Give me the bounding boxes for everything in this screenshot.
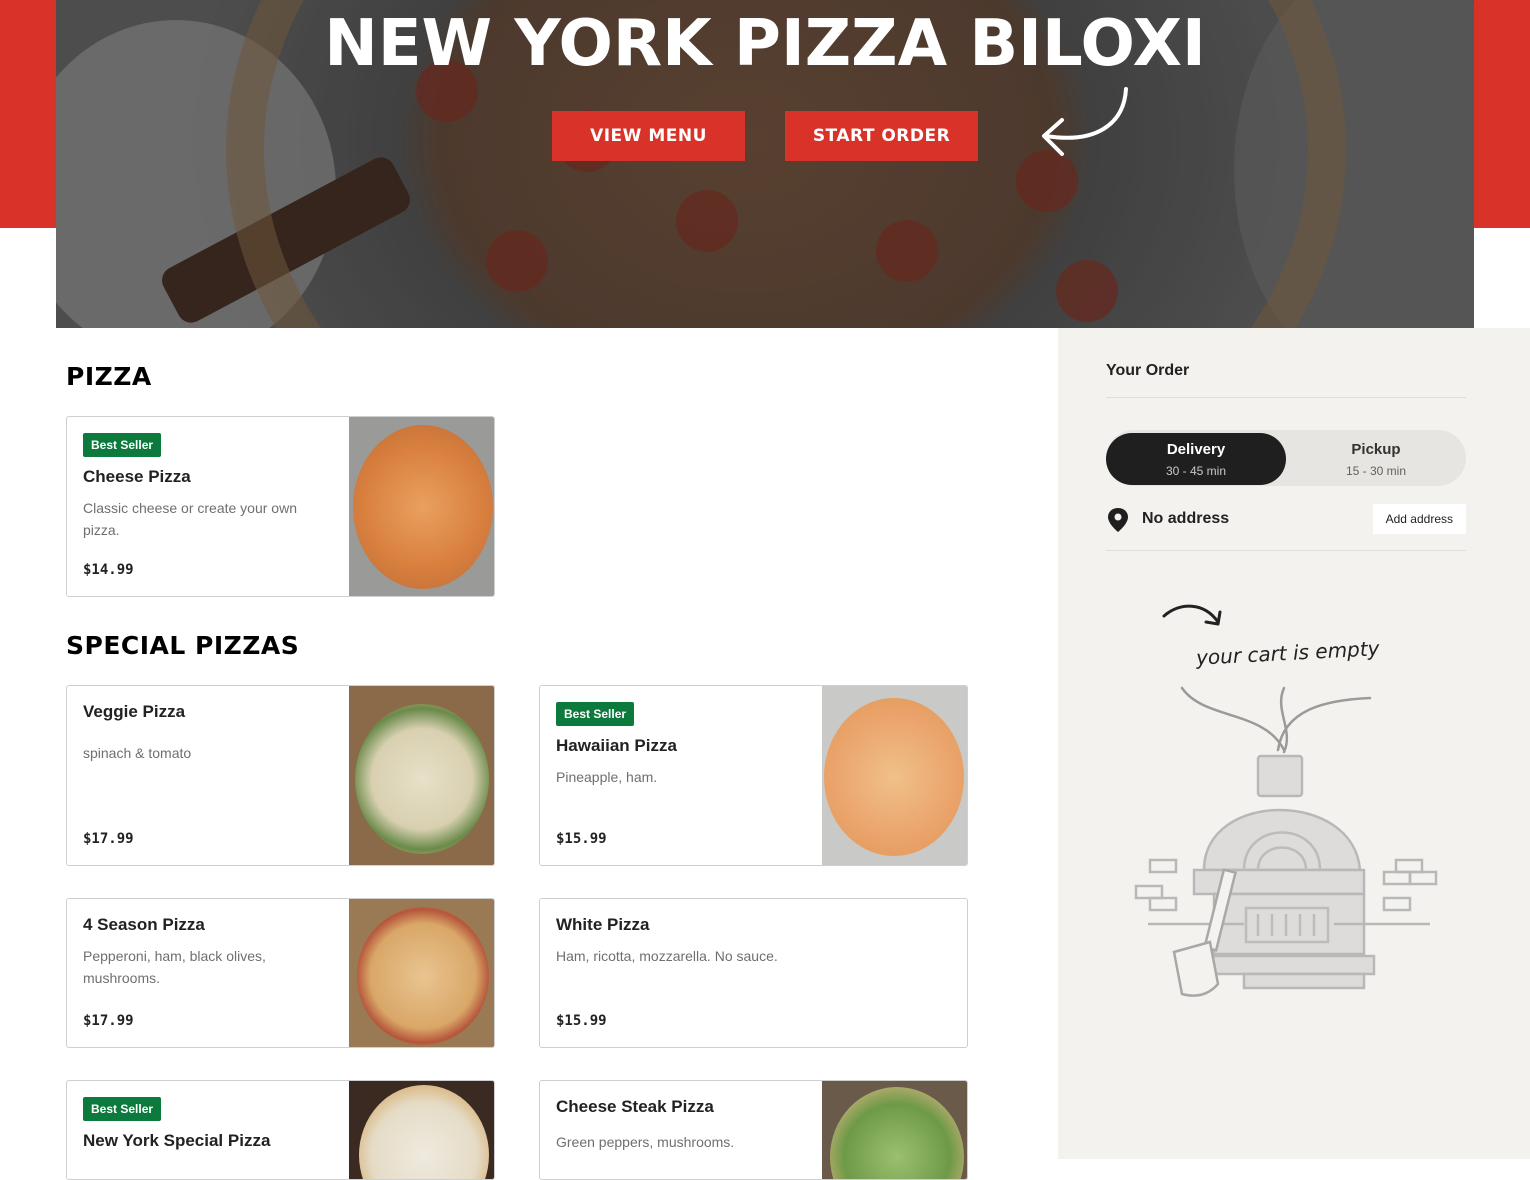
divider: [1106, 550, 1466, 551]
pizza-photo: [357, 907, 489, 1045]
section-title-special-pizzas: SPECIAL PIZZAS: [66, 631, 300, 660]
empty-cart-message: your cart is empty: [1195, 636, 1381, 670]
delivery-label: Delivery: [1166, 441, 1226, 458]
menu-item-card[interactable]: Best Seller New York Special Pizza: [66, 1080, 495, 1180]
pizza-photo: [355, 704, 489, 854]
pizza-oven-illustration: [1134, 686, 1438, 997]
item-description: Green peppers, mushrooms.: [556, 1134, 735, 1150]
item-image: [349, 1081, 494, 1179]
pickup-label: Pickup: [1351, 441, 1401, 458]
item-price: $15.99: [556, 831, 607, 847]
delivery-time: 30 - 45 min: [1165, 464, 1227, 478]
item-description: Pepperoni, ham, black olives, mushrooms.: [83, 948, 266, 986]
item-price: $15.99: [556, 1013, 607, 1029]
menu-item-card[interactable]: Veggie Pizza spinach & tomato $17.99: [66, 685, 495, 866]
item-image: [349, 899, 494, 1047]
item-name: Hawaiian Pizza: [556, 736, 677, 755]
pizza-photo: [824, 698, 964, 856]
divider: [1106, 397, 1466, 398]
item-price: $14.99: [83, 562, 134, 578]
pickup-time: 15 - 30 min: [1345, 464, 1407, 478]
address-text: No address: [1142, 510, 1230, 527]
item-name: Cheese Steak Pizza: [556, 1097, 714, 1116]
curved-arrow-icon: [1042, 87, 1128, 156]
best-seller-badge: Best Seller: [83, 1097, 162, 1121]
delivery-option[interactable]: Delivery 30 - 45 min: [1106, 433, 1286, 485]
item-image: [822, 1081, 967, 1179]
order-sidebar: Your Order Delivery 30 - 45 min Pickup 1…: [1058, 328, 1530, 1159]
item-image: [349, 686, 494, 865]
item-description: Classic cheese or create your own pizza.: [83, 500, 297, 538]
address-row: No address Add address: [1106, 504, 1466, 534]
pizza-photo: [830, 1087, 964, 1179]
fulfillment-toggle: Delivery 30 - 45 min Pickup 15 - 30 min: [1106, 430, 1466, 486]
menu-item-card[interactable]: White Pizza Ham, ricotta, mozzarella. No…: [539, 898, 968, 1048]
item-name: Cheese Pizza: [83, 467, 191, 486]
map-pin-icon: [1108, 508, 1128, 532]
item-price: $17.99: [83, 1013, 134, 1029]
item-name: New York Special Pizza: [83, 1131, 271, 1150]
item-description: Ham, ricotta, mozzarella. No sauce.: [556, 948, 778, 964]
best-seller-badge: Best Seller: [556, 702, 635, 726]
best-seller-badge: Best Seller: [83, 433, 162, 457]
hero-title: NEW YORK PIZZA BILOXI: [324, 7, 1206, 81]
menu-item-card[interactable]: Cheese Steak Pizza Green peppers, mushro…: [539, 1080, 968, 1180]
menu-item-card[interactable]: 4 Season Pizza Pepperoni, ham, black oli…: [66, 898, 495, 1048]
pizza-photo: [353, 425, 493, 589]
pizza-photo: [359, 1085, 489, 1179]
start-order-button[interactable]: START ORDER: [785, 111, 978, 161]
pickup-option[interactable]: Pickup 15 - 30 min: [1286, 433, 1466, 485]
menu-item-card[interactable]: Best Seller Cheese Pizza Classic cheese …: [66, 416, 495, 597]
item-name: Veggie Pizza: [83, 702, 186, 721]
item-image: [822, 686, 967, 865]
section-title-pizza: PIZZA: [66, 362, 152, 391]
menu-item-card[interactable]: Best Seller Hawaiian Pizza Pineapple, ha…: [539, 685, 968, 866]
view-menu-button[interactable]: VIEW MENU: [552, 111, 745, 161]
item-name: 4 Season Pizza: [83, 915, 205, 934]
item-description: spinach & tomato: [83, 745, 192, 761]
add-address-button[interactable]: Add address: [1372, 504, 1466, 534]
curved-arrow-icon: [1162, 604, 1222, 626]
hero-banner: NEW YORK PIZZA BILOXI VIEW MENU START OR…: [56, 0, 1474, 328]
item-price: $17.99: [83, 831, 134, 847]
item-image: [349, 417, 494, 596]
item-name: White Pizza: [556, 915, 650, 934]
item-description: Pineapple, ham.: [556, 769, 658, 785]
your-order-title: Your Order: [1106, 362, 1190, 379]
